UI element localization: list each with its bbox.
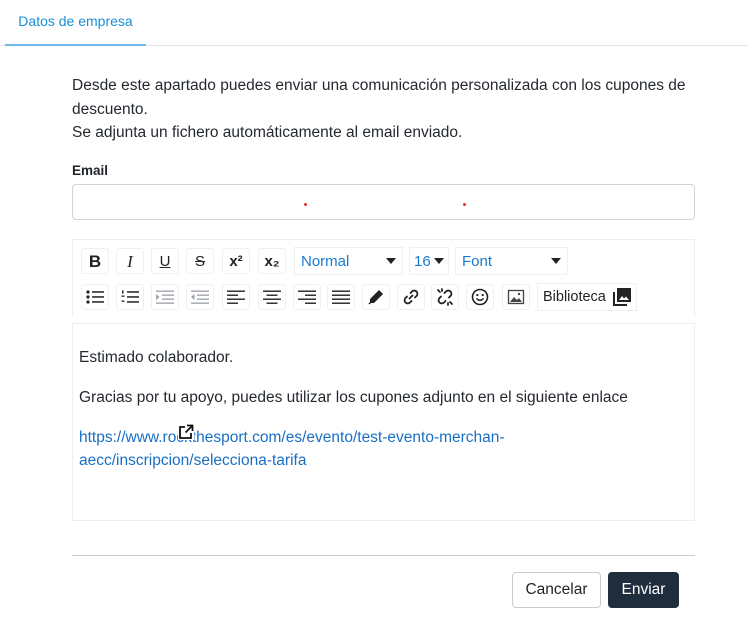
unlink-icon <box>437 288 453 306</box>
footer-divider <box>72 555 695 556</box>
description-line-1: Desde este apartado puedes enviar una co… <box>72 77 686 118</box>
insert-image-button[interactable] <box>502 284 530 310</box>
align-center-button[interactable] <box>258 284 286 310</box>
editor-body: Gracias por tu apoyo, puedes utilizar lo… <box>79 389 628 406</box>
justify-button[interactable] <box>327 284 355 310</box>
align-center-icon <box>263 290 281 304</box>
editor-greeting: Estimado colaborador. <box>79 349 234 366</box>
chevron-down-icon <box>551 258 561 264</box>
send-button[interactable]: Enviar <box>608 572 679 608</box>
emoji-icon <box>471 288 489 306</box>
unlink-button[interactable] <box>431 284 459 310</box>
event-link[interactable]: https://www.rockthesport.com/es/evento/t… <box>79 429 505 469</box>
validation-marker <box>304 203 307 206</box>
chevron-down-icon <box>386 258 396 264</box>
image-icon <box>507 289 525 305</box>
align-right-button[interactable] <box>293 284 321 310</box>
link-icon <box>403 289 419 305</box>
outdent-button[interactable] <box>186 284 214 310</box>
italic-button[interactable]: I <box>116 248 144 274</box>
editor-link-paragraph: https://www.rockthesport.com/es/evento/t… <box>79 424 688 472</box>
block-format-select[interactable]: Normal <box>294 247 403 275</box>
font-family-value: Font <box>462 252 493 270</box>
photo-library-icon <box>612 288 631 306</box>
tab-datos-de-empresa[interactable]: Datos de empresa <box>5 0 146 46</box>
event-link-line-1: https://www.rockthesport.com/es/evento/t… <box>79 429 505 446</box>
superscript-icon: x² <box>229 252 243 270</box>
description-line-2: Se adjunta un fichero automáticamente al… <box>72 124 463 141</box>
email-field[interactable] <box>72 184 695 220</box>
block-format-value: Normal <box>301 252 350 270</box>
strikethrough-icon: S <box>194 252 205 270</box>
align-left-button[interactable] <box>222 284 250 310</box>
underline-icon: U <box>159 252 171 270</box>
subscript-button[interactable]: x₂ <box>258 248 286 274</box>
bold-icon: B <box>88 251 102 271</box>
align-left-icon <box>227 290 245 304</box>
subscript-icon: x₂ <box>264 252 280 270</box>
underline-button[interactable]: U <box>151 248 179 274</box>
editor-toolbar: B I U S x² x₂ Normal 16 Font Biblioteca <box>72 239 695 317</box>
font-size-select[interactable]: 16 <box>409 247 449 275</box>
library-label: Biblioteca <box>543 289 606 305</box>
strikethrough-button[interactable]: S <box>186 248 214 274</box>
event-link-line-2: aecc/inscripcion/selecciona-tarifa <box>79 452 307 469</box>
align-right-icon <box>298 290 316 304</box>
italic-icon: I <box>127 251 133 271</box>
validation-marker <box>463 203 466 206</box>
outdent-icon <box>191 290 209 304</box>
library-button[interactable]: Biblioteca <box>537 283 637 311</box>
indent-icon <box>156 290 174 304</box>
superscript-button[interactable]: x² <box>222 248 250 274</box>
bullet-list-icon <box>86 290 104 304</box>
highlight-button[interactable] <box>362 284 390 310</box>
description: Desde este apartado puedes enviar una co… <box>72 74 712 145</box>
chevron-down-icon <box>434 258 444 264</box>
numbered-list-icon <box>121 290 139 303</box>
external-link-icon[interactable] <box>178 424 194 440</box>
emoji-button[interactable] <box>466 284 494 310</box>
font-family-select[interactable]: Font <box>455 247 568 275</box>
bold-button[interactable]: B <box>81 248 109 274</box>
font-size-value: 16 <box>414 252 431 270</box>
bullet-list-button[interactable] <box>81 284 109 310</box>
email-label: Email <box>72 163 109 178</box>
insert-link-button[interactable] <box>397 284 425 310</box>
highlight-pen-icon <box>368 290 383 305</box>
indent-button[interactable] <box>151 284 179 310</box>
numbered-list-button[interactable] <box>116 284 144 310</box>
rich-text-editor[interactable]: Estimado colaborador. Gracias por tu apo… <box>72 323 695 521</box>
cancel-button[interactable]: Cancelar <box>512 572 601 608</box>
tab-bar: Datos de empresa <box>0 0 748 46</box>
justify-icon <box>332 290 350 304</box>
